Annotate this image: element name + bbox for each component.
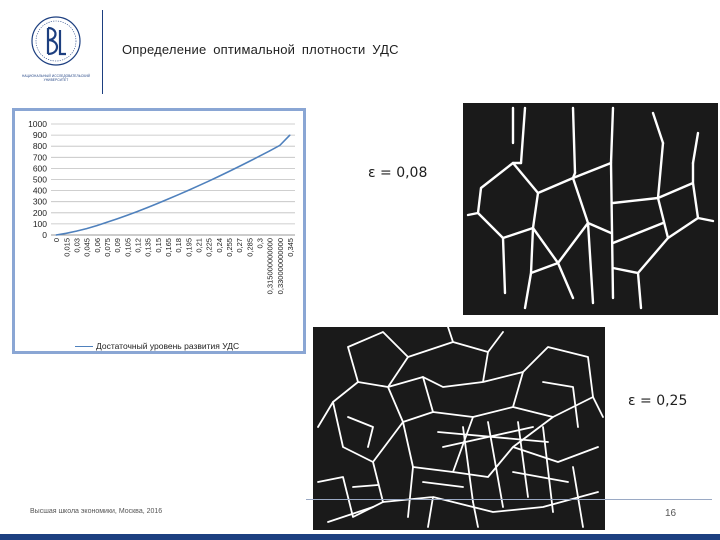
x-tick-label: 0,315000000000 (266, 238, 275, 294)
x-tick-label: 0 (52, 238, 61, 242)
chart-legend: Достаточный уровень развития УДС (75, 341, 239, 351)
footer-bar (0, 534, 720, 540)
data-point (187, 189, 189, 191)
data-point (289, 134, 291, 136)
y-tick-label: 300 (33, 197, 47, 207)
x-tick-label: 0,165 (164, 238, 173, 257)
series-line (55, 134, 291, 236)
y-tick-label: 700 (33, 152, 47, 162)
x-tick-label: 0,06 (93, 238, 102, 253)
data-point (177, 194, 179, 196)
x-tick-label: 0,3 (255, 238, 264, 248)
x-tick-label: 0,18 (174, 238, 183, 253)
data-point (268, 150, 271, 152)
slide-title: Определение оптимальной плотности УДС (122, 42, 399, 57)
y-tick-label: 600 (33, 163, 47, 173)
y-tick-label: 400 (33, 186, 47, 196)
data-point (197, 185, 200, 187)
data-point (279, 144, 281, 147)
x-tick-label: 0,285 (245, 238, 254, 257)
x-tick-label: 0,195 (184, 238, 193, 257)
data-point (207, 180, 210, 182)
legend-swatch (75, 345, 93, 347)
data-point (218, 175, 220, 177)
data-point (85, 227, 88, 230)
data-point (75, 230, 78, 232)
road-network-map-sparse (463, 103, 718, 315)
density-chart: 0 100 200 300 400 500 600 700 800 900 1000 0 0,015 0,… (12, 108, 306, 354)
data-point (258, 155, 261, 157)
university-emblem-icon (31, 16, 81, 66)
x-tick-label: 0,21 (194, 238, 203, 253)
footer-divider (306, 499, 712, 500)
x-tick-label: 0,27 (235, 238, 244, 253)
x-tick-label: 0,03 (72, 238, 81, 253)
x-tick-label: 0,12 (133, 238, 142, 253)
data-point (228, 170, 230, 173)
data-point (106, 221, 108, 223)
data-point (96, 224, 98, 227)
x-tick-label: 0,09 (113, 238, 122, 253)
x-tick-label: 0,075 (103, 238, 112, 257)
header-divider (102, 10, 103, 94)
x-tick-label: 0,15 (154, 238, 163, 253)
data-point (157, 202, 159, 204)
epsilon-label-1: ε = 0,08 (368, 165, 428, 181)
y-tick-label: 100 (33, 219, 47, 229)
chart-plot-area: 010020030040050060070080090010000 0,015 0,… (28, 119, 295, 294)
x-tick-label: 0,24 (215, 238, 224, 253)
data-point (167, 198, 169, 200)
x-tick-label: 0,045 (83, 238, 92, 257)
page-number: 16 (665, 508, 677, 519)
data-point (126, 214, 128, 216)
road-network-image-sparse (466, 106, 715, 310)
y-tick-label: 1000 (28, 119, 47, 129)
data-point (55, 234, 57, 236)
footer-text: Высшая школа экономики, Москва, 2016 (30, 508, 163, 515)
data-point (136, 210, 139, 213)
y-tick-label: 900 (33, 130, 47, 140)
x-tick-label: 0,105 (123, 238, 132, 257)
x-tick-label: 0,345 (286, 238, 295, 257)
x-tick-label: 0,225 (205, 238, 214, 257)
data-point (248, 160, 250, 163)
x-tick-label: 0,015 (62, 238, 71, 257)
university-name: НАЦИОНАЛЬНЫЙ ИССЛЕДОВАТЕЛЬСКИЙ УНИВЕРСИТ… (21, 74, 90, 82)
x-tick-label: 0,330000000000 (276, 238, 285, 294)
y-tick-label: 0 (42, 230, 47, 240)
y-tick-label: 200 (33, 208, 47, 218)
data-point (238, 165, 240, 168)
epsilon-label-2: ε = 0,25 (628, 393, 688, 409)
y-tick-label: 500 (33, 175, 47, 185)
x-tick-label: 0,255 (225, 238, 234, 257)
data-point (116, 218, 118, 220)
data-point (146, 206, 149, 209)
y-tick-label: 800 (33, 141, 47, 151)
x-tick-label: 0,135 (144, 238, 153, 257)
legend-label: Достаточный уровень развития УДС (96, 341, 240, 351)
data-point (65, 232, 67, 234)
